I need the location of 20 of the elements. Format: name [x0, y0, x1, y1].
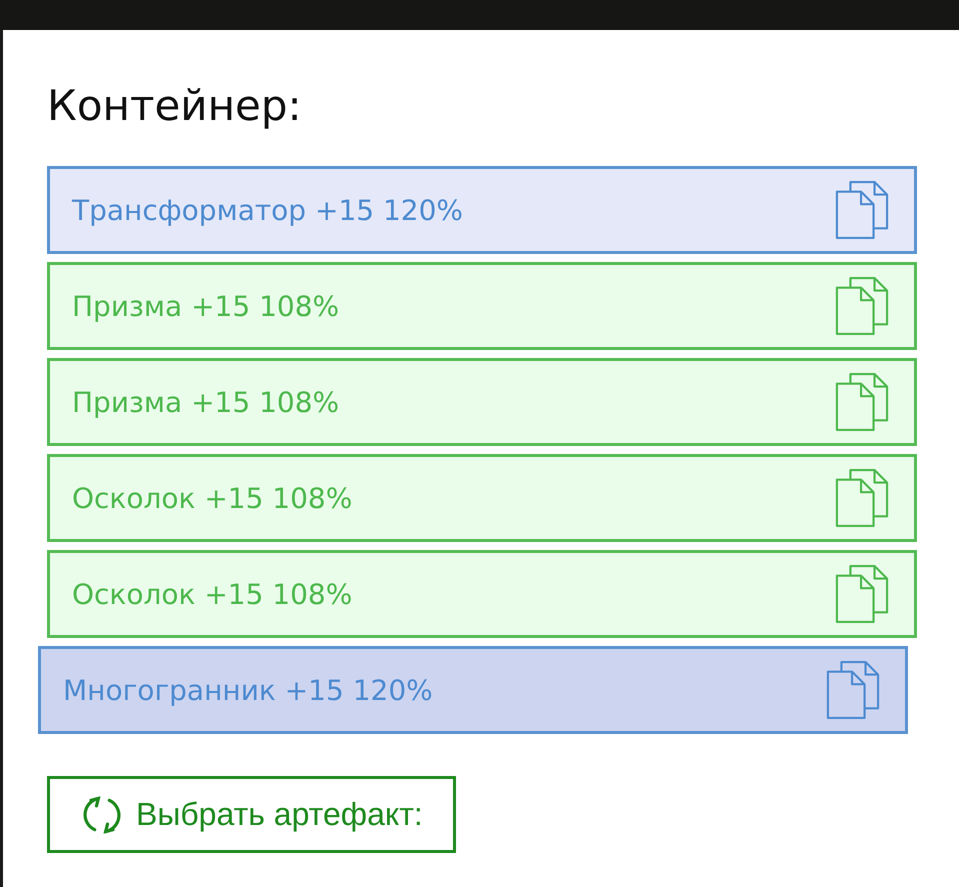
artifact-row[interactable]: Осколок +15 108%: [47, 454, 917, 542]
artifact-label: Призма +15 108%: [72, 386, 340, 418]
artifact-label: Осколок +15 108%: [72, 578, 352, 610]
copy-icon[interactable]: [835, 372, 889, 432]
copy-icon[interactable]: [826, 660, 880, 720]
copy-icon[interactable]: [835, 564, 889, 624]
artifact-label: Трансформатор +15 120%: [72, 194, 464, 226]
artifact-row[interactable]: Призма +15 108%: [47, 262, 917, 350]
artifact-row[interactable]: Призма +15 108%: [47, 358, 917, 446]
artifact-label: Осколок +15 108%: [72, 482, 352, 514]
artifact-row[interactable]: Осколок +15 108%: [47, 550, 917, 638]
artifact-row[interactable]: Многогранник +15 120%: [38, 646, 908, 734]
artifact-row[interactable]: Трансформатор +15 120%: [47, 166, 917, 254]
copy-icon[interactable]: [835, 468, 889, 528]
copy-icon[interactable]: [835, 276, 889, 336]
artifact-label: Многогранник +15 120%: [63, 674, 433, 706]
artifact-label: Призма +15 108%: [72, 290, 340, 322]
copy-icon[interactable]: [835, 180, 889, 240]
container-title: Контейнер:: [47, 80, 303, 132]
choose-artifact-button[interactable]: Выбрать артефакт:: [47, 776, 456, 853]
